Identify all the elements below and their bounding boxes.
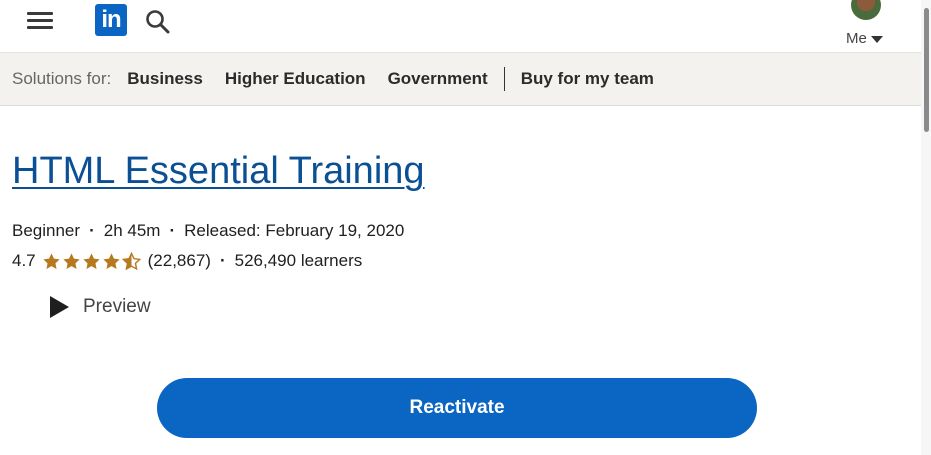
solutions-link-buy-for-my-team[interactable]: Buy for my team — [521, 69, 654, 89]
linkedin-logo[interactable]: in — [95, 4, 127, 36]
star-full-icon — [102, 252, 120, 269]
scrollbar[interactable] — [921, 0, 931, 455]
course-level: Beginner — [12, 221, 81, 240]
preview-label: Preview — [83, 296, 151, 317]
star-full-icon — [82, 252, 100, 269]
reactivate-button[interactable]: Reactivate — [157, 378, 757, 438]
dot-separator: · — [89, 221, 95, 240]
rating-value: 4.7 — [12, 251, 36, 270]
course-title[interactable]: HTML Essential Training — [12, 150, 425, 193]
me-label: Me — [846, 30, 867, 47]
solutions-link-business[interactable]: Business — [127, 69, 203, 89]
course-duration: 2h 45m — [103, 221, 161, 240]
search-icon[interactable] — [145, 9, 171, 35]
star-full-icon — [42, 252, 60, 269]
page: in Me Solutions for: Business Higher Edu… — [0, 0, 931, 455]
solutions-link-higher-education[interactable]: Higher Education — [225, 69, 366, 89]
star-half-icon — [121, 251, 141, 270]
star-full-icon — [62, 252, 80, 269]
play-icon — [50, 296, 69, 318]
me-menu[interactable]: Me — [843, 0, 889, 50]
hamburger-menu-icon[interactable] — [27, 11, 53, 29]
star-rating — [42, 251, 142, 271]
dot-separator: · — [169, 221, 176, 240]
avatar[interactable] — [851, 0, 881, 20]
top-nav: in Me — [0, 0, 921, 53]
rating-count: (22,867) — [147, 251, 211, 270]
dot-separator: · — [219, 251, 226, 270]
learners-count: 526,490 learners — [234, 251, 363, 270]
course-released: Released: February 19, 2020 — [184, 221, 405, 240]
caret-down-icon — [871, 36, 883, 43]
divider — [503, 67, 505, 91]
course-rating-row: 4.7 (22,867) · 526,490 learners — [12, 251, 362, 271]
solutions-bar: Solutions for: Business Higher Education… — [0, 53, 921, 106]
course-meta: Beginner · 2h 45m · Released: February 19, 2… — [12, 221, 404, 241]
solutions-link-government[interactable]: Government — [388, 69, 488, 89]
scrollbar-thumb[interactable] — [924, 8, 929, 132]
solutions-label: Solutions for: — [12, 69, 112, 88]
preview-button[interactable]: Preview — [50, 296, 151, 318]
